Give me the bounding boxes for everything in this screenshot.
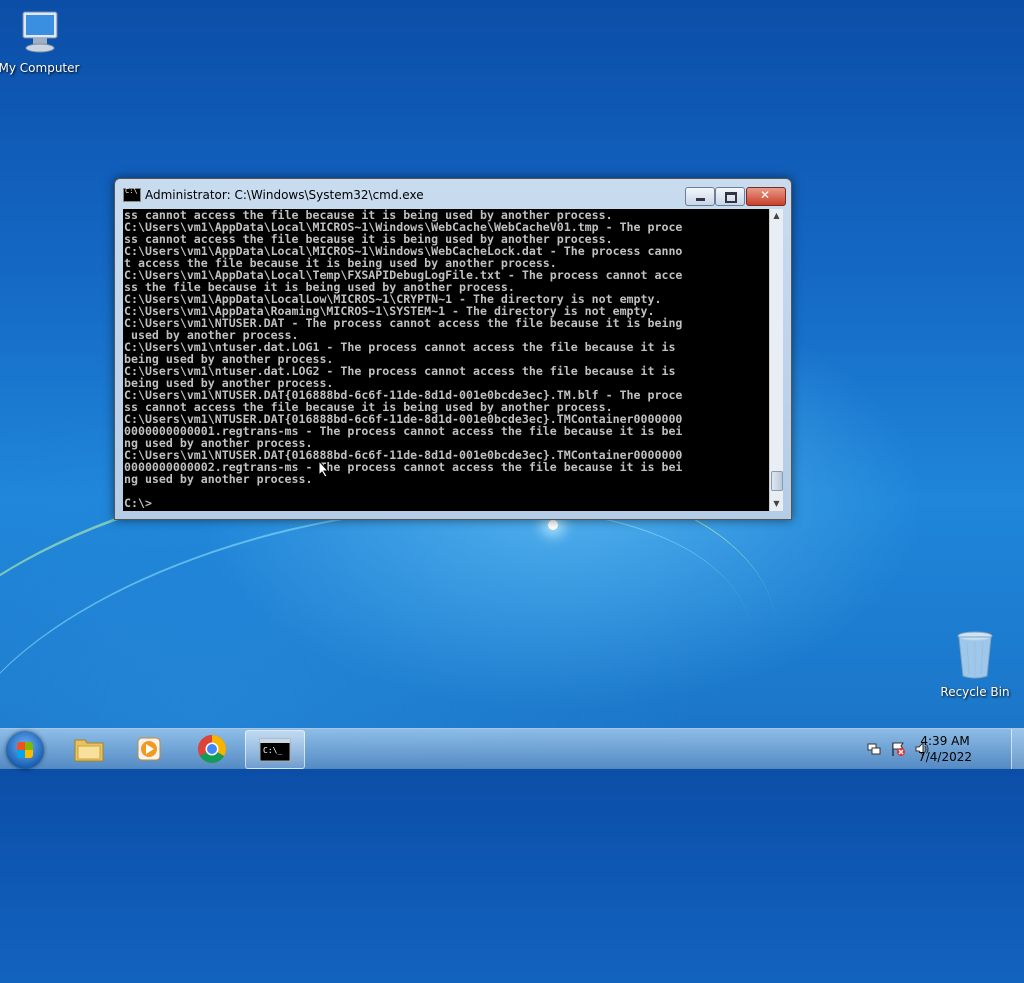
taskbar-cmd-button[interactable]: C:\_ — [245, 730, 305, 769]
maximize-button[interactable] — [715, 187, 745, 206]
cmd-icon: C:\_ — [259, 738, 291, 762]
desktop-icon-recycle-bin[interactable]: Recycle Bin — [930, 630, 1020, 699]
clock-date: 7/4/2022 — [918, 750, 972, 764]
scroll-down-arrow-icon[interactable]: ▼ — [770, 497, 783, 511]
action-center-flag-icon[interactable] — [890, 741, 906, 757]
cmd-window[interactable]: Administrator: C:\Windows\System32\cmd.e… — [114, 178, 792, 520]
network-icon[interactable] — [866, 741, 882, 757]
mouse-cursor-icon — [318, 460, 330, 478]
taskbar-chrome-button[interactable] — [183, 730, 241, 767]
show-desktop-button[interactable] — [1011, 729, 1024, 769]
console-text: ss cannot access the file because it is … — [124, 209, 683, 510]
taskbar-media-player-button[interactable] — [120, 730, 178, 767]
recycle-bin-icon — [930, 630, 1020, 683]
taskbar-explorer-button[interactable] — [60, 730, 118, 767]
desktop-icon-label: Recycle Bin — [940, 685, 1010, 699]
console-output[interactable]: ss cannot access the file because it is … — [123, 209, 769, 511]
wallpaper-glow — [548, 520, 558, 530]
system-clock[interactable]: 4:39 AM 7/4/2022 — [918, 733, 972, 765]
scrollbar-thumb[interactable] — [771, 471, 783, 491]
chrome-icon — [198, 735, 226, 763]
cmd-icon — [123, 187, 141, 202]
close-button[interactable] — [746, 187, 786, 206]
scroll-up-arrow-icon[interactable]: ▲ — [770, 209, 783, 223]
desktop-icon-label: My Computer — [0, 61, 80, 75]
minimize-button[interactable] — [685, 187, 715, 206]
clock-time: 4:39 AM — [920, 734, 970, 748]
computer-icon — [0, 8, 84, 59]
media-player-icon — [137, 737, 161, 761]
window-titlebar[interactable]: Administrator: C:\Windows\System32\cmd.e… — [115, 179, 791, 209]
svg-text:C:\_: C:\_ — [263, 746, 282, 755]
window-title: Administrator: C:\Windows\System32\cmd.e… — [145, 188, 424, 202]
folder-icon — [74, 739, 104, 762]
desktop-icon-my-computer[interactable]: My Computer — [0, 8, 84, 75]
console-scrollbar[interactable]: ▲ ▼ — [769, 209, 783, 511]
start-button[interactable] — [6, 731, 44, 769]
taskbar: C:\_ 4:39 AM 7/4/2022 — [0, 728, 1024, 769]
